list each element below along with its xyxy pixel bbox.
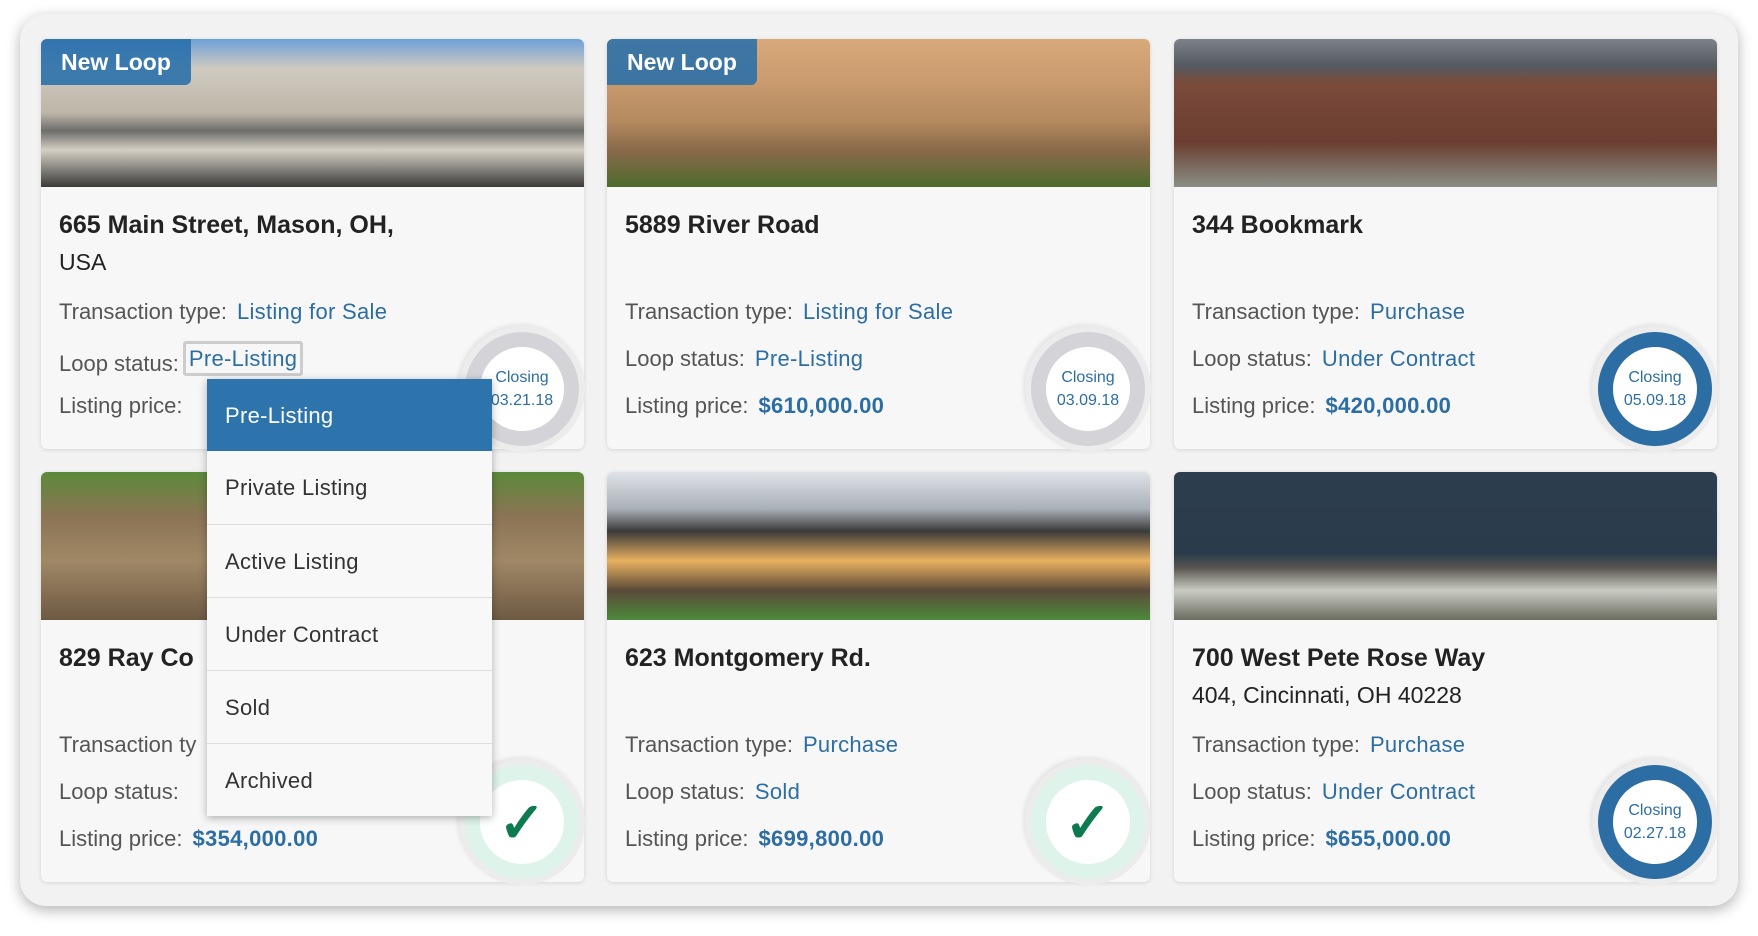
address-line1: 665 Main Street, Mason, OH, [59,211,394,239]
listing-price-row: Listing price: $699,800.00 [625,826,884,851]
loop-card[interactable]: 344 Bookmark Transaction type: Purchase L… [1174,39,1718,452]
closing-label: Closing [1628,369,1682,386]
listing-price-value: $610,000.00 [758,393,885,418]
label: Loop status: [59,351,179,376]
listing-price-value: $655,000.00 [1325,826,1452,851]
listing-price-value: $699,800.00 [758,826,885,851]
listing-price-row: Listing price: $354,000.00 [59,826,318,851]
transaction-type-value: Purchase [802,732,899,757]
label: Loop status: [625,779,745,804]
loop-status-select[interactable]: Pre-Listing [755,346,863,371]
closing-date: 03.21.18 [490,392,554,409]
closing-indicator: ✓ [1025,759,1151,885]
address-title[interactable]: 623 Montgomery Rd. [625,640,1055,677]
transaction-type-value: Purchase [1369,299,1466,324]
transaction-type-value: Listing for Sale [236,299,388,324]
new-loop-badge: New Loop [607,39,757,85]
address-line2: 404, Cincinnati, OH 40228 [1192,682,1462,708]
listing-price-value: $420,000.00 [1325,393,1452,418]
closing-indicator: Closing 02.27.18 [1592,759,1718,885]
label: Transaction ty [59,732,197,757]
transaction-type-row: Transaction type: Purchase [1192,299,1465,324]
transaction-type-value: Purchase [1369,732,1466,757]
loop-card[interactable]: New Loop 5889 River Road Transaction typ… [607,39,1151,452]
address-title[interactable]: 5889 River Road [625,207,1055,244]
transaction-type-row: Transaction ty [59,732,196,757]
closing-label: Closing [1628,802,1682,819]
label: Transaction type: [1192,732,1360,757]
transaction-type-value: Listing for Sale [802,299,954,324]
label: Transaction type: [625,299,793,324]
label: Transaction type: [625,732,793,757]
label: Listing price: [59,393,183,418]
loop-status-select[interactable]: Under Contract [1322,779,1475,804]
loop-status-row: Loop status: [59,779,179,804]
loop-status-select[interactable]: Under Contract [1322,346,1475,371]
label: Transaction type: [59,299,227,324]
checkmark-icon: ✓ [1064,790,1112,854]
transaction-type-row: Transaction type: Listing for Sale [625,299,953,324]
closing-date: 02.27.18 [1623,825,1687,842]
label: Loop status: [1192,346,1312,371]
loop-status-row: Loop status: Under Contract [1192,779,1475,804]
label: Loop status: [59,779,179,804]
loop-status-select[interactable]: Pre-Listing [182,341,304,376]
option-archived[interactable]: Archived [207,743,492,816]
address-title[interactable]: 700 West Pete Rose Way 404, Cincinnati, O… [1192,640,1622,714]
listing-price-row: Listing price: [59,393,183,418]
loop-status-row: Loop status: Sold [625,779,800,804]
closing-indicator: Closing 05.09.18 [1592,326,1718,452]
label: Loop status: [1192,779,1312,804]
address-title[interactable]: 344 Bookmark [1192,207,1622,244]
closing-indicator: Closing 03.09.18 [1025,326,1151,452]
address-line2: USA [59,249,107,275]
label: Loop status: [625,346,745,371]
option-sold[interactable]: Sold [207,670,492,743]
loop-card[interactable]: 623 Montgomery Rd. Transaction type: Purc… [607,472,1151,885]
label: Listing price: [625,393,749,418]
listing-price-row: Listing price: $655,000.00 [1192,826,1451,851]
loop-status-row: Loop status: Pre-Listing [625,346,863,371]
transaction-type-row: Transaction type: Purchase [625,732,898,757]
loop-card[interactable]: 700 West Pete Rose Way 404, Cincinnati, O… [1174,472,1718,885]
label: Listing price: [1192,393,1316,418]
loop-status-select[interactable]: Sold [755,779,800,804]
house-photo [1174,39,1717,187]
closing-label: Closing [495,369,549,386]
house-photo [607,472,1150,620]
listing-price-row: Listing price: $610,000.00 [625,393,884,418]
checkmark-icon: ✓ [498,790,546,854]
transaction-type-row: Transaction type: Purchase [1192,732,1465,757]
loop-status-row: Loop status: Under Contract [1192,346,1475,371]
option-private-listing[interactable]: Private Listing [207,451,492,524]
option-pre-listing[interactable]: Pre-Listing [207,379,492,451]
loop-status-dropdown[interactable]: Pre-Listing Private Listing Active Listi… [207,379,492,816]
listing-price-value: $354,000.00 [192,826,319,851]
label: Transaction type: [1192,299,1360,324]
new-loop-badge: New Loop [41,39,191,85]
listing-price-row: Listing price: $420,000.00 [1192,393,1451,418]
address-line1: 700 West Pete Rose Way [1192,644,1486,672]
option-active-listing[interactable]: Active Listing [207,524,492,597]
transaction-type-row: Transaction type: Listing for Sale [59,299,387,324]
closing-label: Closing [1061,369,1115,386]
closing-date: 03.09.18 [1056,392,1120,409]
option-under-contract[interactable]: Under Contract [207,597,492,670]
loop-status-row: Loop status: Pre-Listing [59,341,304,381]
closing-date: 05.09.18 [1623,392,1687,409]
label: Listing price: [1192,826,1316,851]
house-photo [1174,472,1717,620]
label: Listing price: [625,826,749,851]
label: Listing price: [59,826,183,851]
address-title[interactable]: 665 Main Street, Mason, OH, USA [59,207,489,281]
